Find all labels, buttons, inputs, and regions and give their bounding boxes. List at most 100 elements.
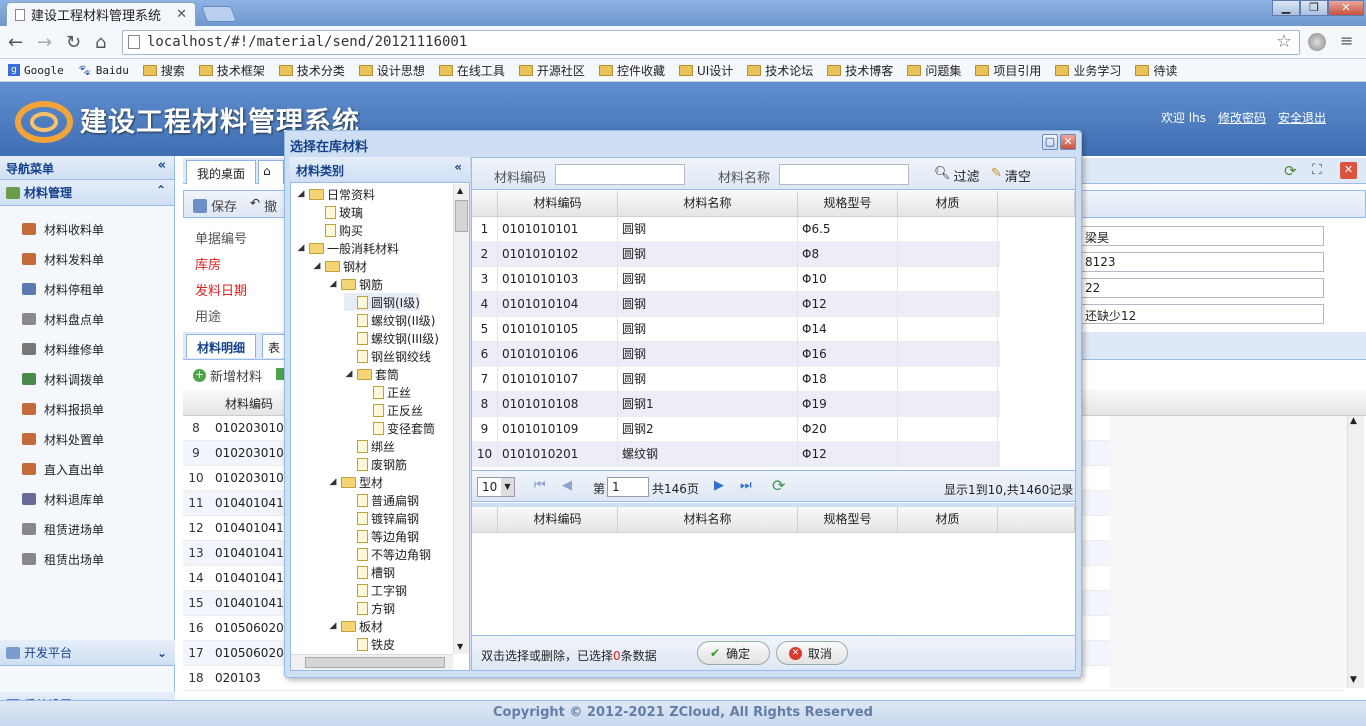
next-page-icon[interactable]: ▶ [714, 478, 724, 493]
grid-column-header[interactable]: 材质 [898, 507, 998, 532]
bookmark-item[interactable]: 开源社区 [518, 62, 585, 79]
grid-column-header[interactable]: 材质 [898, 191, 998, 216]
tree-node[interactable]: 槽钢 [344, 563, 395, 581]
bookmark-item[interactable]: 技术博客 [827, 62, 893, 79]
expand-icon[interactable]: ◢ [296, 243, 306, 253]
tree-node[interactable]: 购买 [312, 221, 363, 239]
cancel-button[interactable]: ✕ 取消 [776, 641, 848, 665]
bookmark-item[interactable]: g Google [8, 64, 64, 77]
expand-icon[interactable]: ◢ [328, 477, 338, 487]
expand-icon[interactable]: ◢ [328, 621, 338, 631]
tree-node[interactable]: ◢ 套筒 [344, 365, 399, 383]
chevron-down-icon[interactable]: ⌄ [157, 646, 167, 660]
tree-node[interactable]: ◢ 钢筋 [328, 275, 383, 293]
close-tab-icon[interactable]: ✕ [1340, 162, 1357, 179]
tree-node[interactable]: 变径套筒 [360, 419, 435, 437]
grid-column-header[interactable]: 材料编码 [498, 507, 618, 532]
bookmark-item[interactable]: 项目引用 [975, 62, 1041, 79]
sidebar-section[interactable]: 材料管理 ⌃ [0, 180, 174, 206]
tree-node[interactable]: ◢ 型材 [328, 473, 383, 491]
collapse-icon[interactable]: « [454, 160, 462, 174]
chevron-up-icon[interactable]: ⌃ [156, 183, 166, 197]
tab-material-detail[interactable]: 材料明细 [186, 334, 257, 358]
sidebar-item[interactable]: 材料发料单 [0, 244, 174, 274]
home-tab-icon[interactable]: ⌂ [258, 160, 284, 184]
fullscreen-icon[interactable]: ⛶ [1312, 162, 1322, 178]
change-password-link[interactable]: 修改密码 [1218, 109, 1266, 126]
scroll-down-icon[interactable]: ▼ [1350, 675, 1357, 685]
bookmark-item[interactable]: 🐾︎ Baidu [78, 64, 129, 77]
grid-column-header[interactable]: 规格型号 [798, 507, 898, 532]
sidebar-item[interactable]: 材料处置单 [0, 424, 174, 454]
bookmark-item[interactable]: 技术分类 [278, 62, 345, 79]
back-icon[interactable]: ← [8, 32, 23, 53]
minimize-icon[interactable]: ▁ [1272, 0, 1300, 16]
browser-tab[interactable]: 建设工程材料管理系统 ✕ [6, 2, 196, 26]
tree-node[interactable]: 圆钢(I级) [344, 293, 420, 311]
logout-link[interactable]: 安全退出 [1278, 109, 1326, 126]
table-row[interactable]: 4 0101010104 圆钢 Φ12 [472, 292, 1000, 317]
tree-scrollbar[interactable] [453, 184, 469, 654]
sidebar-item[interactable]: 租赁出场单 [0, 544, 174, 574]
bookmark-item[interactable]: 设计思想 [358, 62, 425, 79]
sidebar-item[interactable]: 租赁进场单 [0, 514, 174, 544]
sidebar-dev-platform[interactable]: 开发平台 ⌄ [0, 640, 175, 666]
table-row[interactable]: 5 0101010105 圆钢 Φ14 [472, 317, 1000, 342]
tree-node[interactable]: 螺纹钢(II级) [344, 311, 435, 329]
first-page-icon[interactable]: ⏮ [534, 478, 546, 493]
tree-node[interactable]: 不等边角钢 [344, 545, 431, 563]
form-field[interactable]: 22 [1080, 278, 1324, 298]
tree-node[interactable]: ◢ 日常资料 [296, 185, 375, 203]
grid-column-header[interactable]: 材料名称 [618, 507, 798, 532]
close-dialog-icon[interactable]: ✕ [1060, 134, 1076, 150]
form-field[interactable]: 8123 [1080, 252, 1324, 272]
table-row[interactable]: 9 0101010109 圆钢2 Φ20 [472, 417, 1000, 442]
undo-button[interactable]: ↶ 撤 [250, 196, 277, 215]
grid-column-header[interactable]: 规格型号 [798, 191, 898, 216]
grid-column-header[interactable]: 材料编码 [498, 191, 618, 216]
code-filter-input[interactable] [555, 164, 685, 185]
tree-node[interactable]: 绑丝 [344, 437, 395, 455]
sidebar-item[interactable]: 材料维修单 [0, 334, 174, 364]
refresh-icon[interactable]: ⟳ [772, 476, 785, 495]
tree-node[interactable]: 正丝 [360, 383, 411, 401]
tree-node[interactable]: 正反丝 [360, 401, 423, 419]
scroll-thumb[interactable] [305, 657, 445, 668]
grid-scrollbar[interactable] [1347, 416, 1364, 688]
collapse-icon[interactable]: « [158, 158, 166, 173]
sidebar-item[interactable]: 材料退库单 [0, 484, 174, 514]
bookmark-item[interactable]: 问题集 [907, 62, 961, 79]
close-tab-icon[interactable]: ✕ [176, 7, 187, 22]
confirm-button[interactable]: ✔ 确定 [697, 641, 770, 665]
tree-node[interactable]: 工字钢 [344, 581, 407, 599]
bookmark-item[interactable]: 技术框架 [198, 62, 265, 79]
tree-node[interactable]: ◢ 板材 [328, 617, 383, 635]
page-input[interactable]: 1 [607, 477, 649, 497]
maximize-icon[interactable]: ❐ [1300, 0, 1328, 16]
globe-icon[interactable] [1308, 33, 1326, 51]
tree-node[interactable]: 镀锌扁钢 [344, 509, 419, 527]
form-field[interactable]: 梁昊 [1080, 226, 1324, 246]
star-icon[interactable]: ☆ [1276, 31, 1292, 52]
tree-node[interactable]: 钢丝钢绞线 [344, 347, 431, 365]
tree-node[interactable]: 玻璃 [312, 203, 363, 221]
tab-other[interactable]: 表 [262, 334, 286, 358]
bookmark-item[interactable]: 控件收藏 [598, 62, 665, 79]
last-page-icon[interactable]: ⏭ [740, 478, 752, 493]
sidebar-item[interactable]: 材料盘点单 [0, 304, 174, 334]
expand-icon[interactable]: ◢ [344, 369, 354, 379]
page-size-select[interactable]: 10 ▼ [477, 477, 515, 497]
form-field[interactable]: 还缺少12 [1080, 304, 1324, 324]
table-row[interactable]: 2 0101010102 圆钢 Φ8 [472, 242, 1000, 267]
address-bar[interactable]: localhost/#!/material/send/20121116001 [122, 30, 1300, 55]
tree-node[interactable]: 铁皮 [344, 635, 395, 653]
reload-icon[interactable]: ↻ [66, 32, 81, 53]
expand-icon[interactable]: ◢ [328, 279, 338, 289]
tree-node[interactable]: ◢ 一般消耗材料 [296, 239, 399, 257]
add-material-button[interactable]: + 新增材料 [193, 366, 262, 385]
bookmark-item[interactable]: 在线工具 [438, 62, 505, 79]
clear-button[interactable]: ✎ 清空 [991, 166, 1031, 185]
expand-icon[interactable]: ◢ [296, 189, 306, 199]
table-row[interactable]: 7 0101010107 圆钢 Φ18 [472, 367, 1000, 392]
bookmark-item[interactable]: 待读 [1135, 62, 1177, 79]
